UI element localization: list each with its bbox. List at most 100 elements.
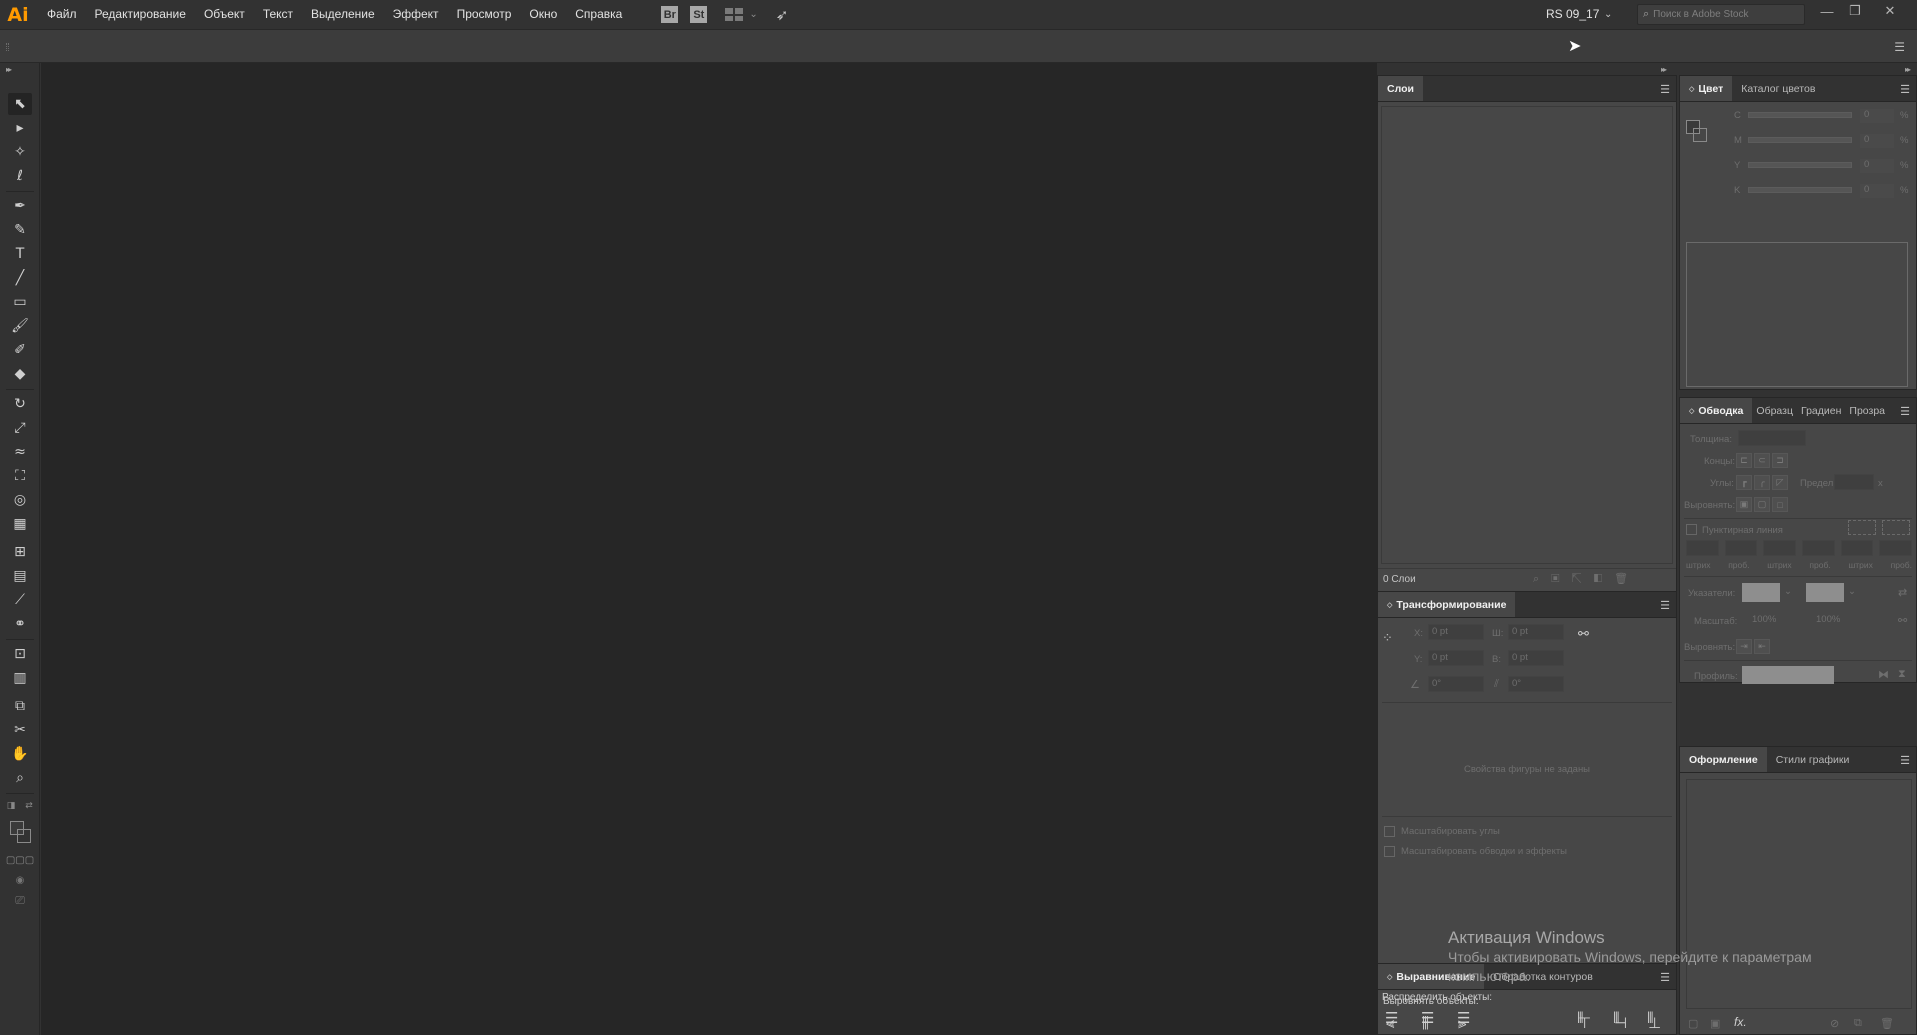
color-mode-icon[interactable]: ▢▢▢ — [6, 849, 34, 871]
panel-menu-icon[interactable]: ☰ — [1900, 83, 1910, 96]
c-slider[interactable] — [1748, 112, 1852, 118]
tab-transparency[interactable]: Прозра — [1845, 398, 1889, 423]
distribute-hcenter-icon[interactable]: ⦀ — [1613, 1009, 1620, 1027]
paintbrush-tool-icon[interactable]: 🖌 — [8, 315, 32, 337]
m-value-field[interactable]: 0 — [1860, 134, 1894, 148]
layers-list[interactable] — [1381, 106, 1673, 564]
color-stroke-swatch[interactable] — [1693, 128, 1707, 142]
menu-effect[interactable]: Эффект — [384, 0, 448, 29]
magic-wand-tool-icon[interactable]: ✧ — [8, 141, 32, 163]
default-colors-icon[interactable]: ◨ — [4, 795, 18, 817]
miter-join-icon[interactable]: ┏ — [1736, 475, 1752, 490]
add-fill-icon[interactable]: ▣ — [1710, 1017, 1720, 1030]
dashed-line-checkbox[interactable] — [1686, 524, 1697, 535]
menu-edit[interactable]: Редактирование — [86, 0, 195, 29]
bevel-join-icon[interactable]: ◸ — [1772, 475, 1788, 490]
y-value-field[interactable]: 0 — [1860, 159, 1894, 173]
rotate-tool-icon[interactable]: ↻ — [8, 393, 32, 415]
stroke-swatch[interactable] — [17, 829, 31, 843]
m-slider[interactable] — [1748, 137, 1852, 143]
color-spectrum[interactable] — [1686, 242, 1908, 387]
tab-swatches[interactable]: Образц — [1752, 398, 1797, 423]
pen-tool-icon[interactable]: ✒ — [8, 195, 32, 217]
distribute-vcenter-icon[interactable]: ☰ — [1421, 1009, 1434, 1027]
curvature-tool-icon[interactable]: ✎ — [8, 219, 32, 241]
workspace-chevron-icon[interactable]: ⌄ — [1604, 9, 1612, 20]
line-segment-tool-icon[interactable]: ╱ — [8, 267, 32, 289]
dash-field-2[interactable] — [1763, 540, 1797, 556]
chevron-down-icon[interactable]: ⌄ — [1848, 586, 1856, 597]
menu-object[interactable]: Объект — [195, 0, 254, 29]
flip-along-icon[interactable]: ⧓ — [1878, 668, 1889, 681]
arrow-scale-value-2[interactable]: 100% — [1816, 614, 1840, 625]
y-slider[interactable] — [1748, 162, 1852, 168]
free-transform-tool-icon[interactable]: ⛶ — [8, 465, 32, 487]
swap-arrows-icon[interactable]: ⇄ — [1898, 586, 1907, 599]
lasso-tool-icon[interactable]: ℓ — [8, 165, 32, 187]
perspective-grid-tool-icon[interactable]: ▦ — [8, 513, 32, 535]
projecting-cap-icon[interactable]: ⊐ — [1772, 453, 1788, 468]
column-graph-tool-icon[interactable]: ▥ — [8, 667, 32, 689]
butt-cap-icon[interactable]: ⊏ — [1736, 453, 1752, 468]
round-join-icon[interactable]: ╭ — [1754, 475, 1770, 490]
panel-menu-icon[interactable]: ☰ — [1900, 405, 1910, 418]
symbol-sprayer-tool-icon[interactable]: ⊡ — [8, 643, 32, 665]
eyedropper-tool-icon[interactable]: ⟋ — [8, 589, 32, 611]
scale-corners-checkbox[interactable] — [1384, 826, 1395, 837]
link-scale-icon[interactable]: ⚯ — [1898, 614, 1907, 627]
shape-builder-tool-icon[interactable]: ◎ — [8, 489, 32, 511]
x-field[interactable]: 0 pt — [1428, 624, 1484, 640]
tab-transform[interactable]: ◇ Трансформирование — [1378, 592, 1516, 617]
dash-field-3[interactable] — [1840, 540, 1874, 556]
align-stroke-center-icon[interactable]: ▣ — [1736, 497, 1752, 512]
width-tool-icon[interactable]: ≈ — [8, 441, 32, 463]
profile-select[interactable] — [1742, 666, 1834, 684]
bridge-icon[interactable]: Br — [661, 6, 679, 23]
dash-align-icon[interactable] — [1882, 520, 1910, 535]
align-stroke-inside-icon[interactable]: ▢ — [1754, 497, 1770, 512]
shear-field[interactable]: 0° — [1508, 676, 1564, 692]
chevron-down-icon[interactable]: ⌄ — [1784, 586, 1792, 597]
panel-menu-icon[interactable]: ☰ — [1660, 83, 1670, 96]
layers-footer-icons[interactable]: ⌕▣⇱◧🗑 — [1533, 572, 1640, 586]
arrow-tip-at-end-icon[interactable]: ⇤ — [1754, 639, 1770, 654]
tab-graphic-styles[interactable]: Стили графики — [1767, 747, 1859, 772]
weight-field[interactable] — [1738, 430, 1806, 446]
shaper-tool-icon[interactable]: ✐ — [8, 339, 32, 361]
gap-field-3[interactable] — [1879, 540, 1913, 556]
constrain-proportions-icon[interactable]: ⚯ — [1578, 626, 1589, 642]
drawing-mode-icon[interactable]: ◉ — [8, 869, 32, 891]
dash-field-1[interactable] — [1686, 540, 1719, 556]
clear-appearance-icon[interactable]: ⊘ — [1830, 1017, 1839, 1030]
distribute-right-icon[interactable]: ⦀ — [1647, 1009, 1654, 1027]
duplicate-item-icon[interactable]: ⧉ — [1854, 1017, 1862, 1030]
limit-field[interactable] — [1834, 474, 1874, 490]
blend-tool-icon[interactable]: ⚭ — [8, 613, 32, 635]
align-stroke-outside-icon[interactable]: □ — [1772, 497, 1788, 512]
minimize-button[interactable]: — — [1813, 0, 1841, 22]
distribute-bottom-icon[interactable]: ☰ — [1457, 1009, 1470, 1027]
scale-tool-icon[interactable]: ⤢ — [8, 417, 32, 439]
zoom-tool-icon[interactable]: ⌕ — [8, 767, 32, 789]
menu-select[interactable]: Выделение — [302, 0, 384, 29]
rectangle-tool-icon[interactable]: ▭ — [8, 291, 32, 313]
artboard-tool-icon[interactable]: ⧉ — [8, 695, 32, 717]
panel-menu-icon[interactable]: ☰ — [1900, 754, 1910, 767]
menu-file[interactable]: Файл — [36, 0, 86, 29]
tab-stroke[interactable]: ◇ Обводка — [1680, 398, 1753, 423]
end-arrow-select[interactable] — [1806, 583, 1844, 602]
scale-strokes-checkbox[interactable] — [1384, 846, 1395, 857]
screen-mode-icon[interactable]: ⎚ — [8, 889, 32, 911]
tab-appearance[interactable]: Оформление — [1680, 747, 1767, 772]
add-stroke-icon[interactable]: ▢ — [1688, 1017, 1698, 1030]
gap-field-2[interactable] — [1802, 540, 1835, 556]
eraser-tool-icon[interactable]: ◆ — [8, 363, 32, 385]
angle-field[interactable]: 0° — [1428, 676, 1484, 692]
stock-icon[interactable]: St — [690, 6, 708, 23]
type-tool-icon[interactable]: T — [8, 243, 32, 265]
menu-type[interactable]: Текст — [254, 0, 302, 29]
collapse-dock-icon[interactable]: ▸▸ — [1661, 65, 1667, 74]
round-cap-icon[interactable]: ⊂ — [1754, 453, 1770, 468]
start-arrow-select[interactable] — [1742, 583, 1780, 602]
gap-field-1[interactable] — [1724, 540, 1758, 556]
